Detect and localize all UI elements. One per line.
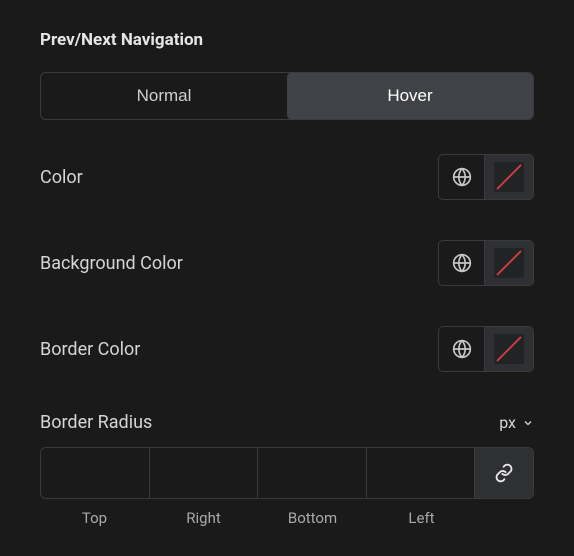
- globe-icon: [452, 253, 472, 273]
- link-spacer: [476, 509, 534, 527]
- unit-select[interactable]: px: [499, 413, 534, 432]
- border-radius-labels: Top Right Bottom Left: [40, 509, 534, 527]
- chevron-down-icon: [522, 417, 534, 429]
- no-color-slash-icon: [496, 164, 521, 189]
- color-controls-bg: [438, 240, 534, 286]
- label-left: Left: [367, 509, 476, 527]
- bgcolor-swatch-button[interactable]: [485, 241, 533, 285]
- row-background-color: Background Color: [40, 240, 534, 286]
- border-radius-inputs: [40, 447, 534, 499]
- radius-left-cell: [367, 448, 476, 498]
- label-background-color: Background Color: [40, 253, 183, 274]
- row-border-radius-header: Border Radius px: [40, 412, 534, 433]
- radius-right-input[interactable]: [150, 448, 258, 498]
- color-swatch-button[interactable]: [485, 155, 533, 199]
- row-border-color: Border Color: [40, 326, 534, 372]
- global-bordercolor-button[interactable]: [439, 327, 485, 371]
- link-values-button[interactable]: [475, 448, 533, 498]
- radius-top-input[interactable]: [41, 448, 149, 498]
- no-color-swatch: [494, 334, 524, 364]
- label-border-radius: Border Radius: [40, 412, 152, 433]
- radius-top-cell: [41, 448, 150, 498]
- globe-icon: [452, 167, 472, 187]
- label-top: Top: [40, 509, 149, 527]
- radius-bottom-input[interactable]: [258, 448, 366, 498]
- label-border-color: Border Color: [40, 339, 140, 360]
- global-bgcolor-button[interactable]: [439, 241, 485, 285]
- radius-bottom-cell: [258, 448, 367, 498]
- tab-normal[interactable]: Normal: [41, 73, 287, 119]
- no-color-slash-icon: [496, 250, 521, 275]
- color-controls-border: [438, 326, 534, 372]
- bordercolor-swatch-button[interactable]: [485, 327, 533, 371]
- color-controls-color: [438, 154, 534, 200]
- label-color: Color: [40, 167, 83, 188]
- state-tabs: Normal Hover: [40, 72, 534, 120]
- global-color-button[interactable]: [439, 155, 485, 199]
- tab-hover[interactable]: Hover: [287, 73, 533, 119]
- no-color-slash-icon: [496, 336, 521, 361]
- no-color-swatch: [494, 248, 524, 278]
- section-title: Prev/Next Navigation: [40, 30, 534, 50]
- globe-icon: [452, 339, 472, 359]
- no-color-swatch: [494, 162, 524, 192]
- link-icon: [494, 463, 514, 483]
- label-right: Right: [149, 509, 258, 527]
- row-color: Color: [40, 154, 534, 200]
- radius-left-input[interactable]: [367, 448, 475, 498]
- label-bottom: Bottom: [258, 509, 367, 527]
- radius-right-cell: [150, 448, 259, 498]
- unit-value: px: [499, 413, 516, 432]
